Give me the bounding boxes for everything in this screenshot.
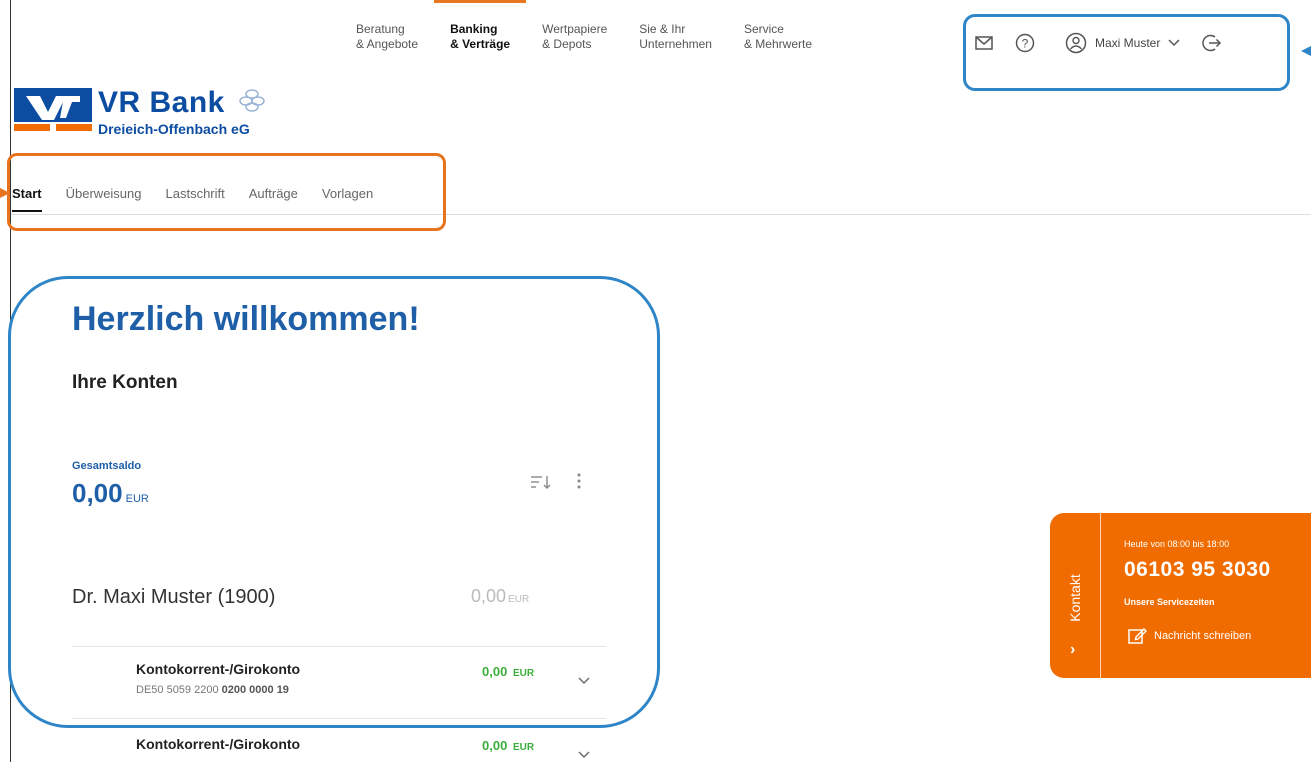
nav-item-label-1: Beratung — [356, 22, 405, 36]
nav-item-label-2: & Verträge — [450, 37, 511, 51]
nav-item-service[interactable]: Service & Mehrwerte — [728, 0, 828, 80]
page: Beratung & Angebote Banking & Verträge W… — [0, 0, 1311, 762]
nav-item-label-2: & Mehrwerte — [743, 37, 812, 51]
nav-item-label-1: Sie & Ihr — [639, 22, 686, 36]
nav-item-label-1: Wertpapiere — [542, 22, 608, 36]
service-phone[interactable]: 06103 95 3030 — [1124, 558, 1271, 582]
nav-item-unternehmen[interactable]: Sie & Ihr Unternehmen — [623, 0, 728, 80]
contact-tab-label: Kontakt — [1067, 574, 1083, 622]
contact-tab[interactable]: Kontakt › — [1050, 513, 1101, 678]
pointer-arrow — [0, 188, 10, 198]
accounts-highlight — [8, 276, 660, 728]
main-navigation: Beratung & Angebote Banking & Verträge W… — [340, 0, 828, 80]
chevron-down-icon[interactable] — [578, 746, 590, 764]
pointer-arrow — [1301, 46, 1311, 56]
toolbar-highlight — [963, 14, 1290, 91]
nav-item-beratung[interactable]: Beratung & Angebote — [340, 0, 434, 80]
nav-item-label-2: & Angebote — [356, 37, 419, 51]
chevron-right-icon: › — [1070, 641, 1076, 658]
nav-item-label-1: Service — [743, 22, 784, 36]
nav-item-wertpapiere[interactable]: Wertpapiere & Depots — [526, 0, 623, 80]
bank-logo[interactable]: VR Bank Dreieich-Offenbach eG — [14, 88, 266, 138]
account-balance-value: 0,00 — [482, 738, 508, 753]
nav-item-label-2: & Depots — [542, 37, 592, 51]
edit-icon — [1128, 627, 1148, 645]
write-message-label: Nachricht schreiben — [1154, 630, 1252, 642]
service-hours: Heute von 08:00 bis 18:00 — [1124, 539, 1230, 549]
nav-item-label-2: Unternehmen — [639, 37, 712, 51]
logo-title: VR Bank — [98, 88, 266, 118]
nav-item-banking[interactable]: Banking & Verträge — [434, 0, 527, 80]
write-message-button[interactable]: Nachricht schreiben — [1128, 627, 1251, 645]
account-balance-currency: EUR — [512, 742, 535, 753]
vr-logo-mark — [14, 88, 92, 132]
service-times-link[interactable]: Unsere Servicezeiten — [1124, 597, 1215, 607]
logo-emblem-icon — [238, 88, 266, 118]
contact-widget: Kontakt › Heute von 08:00 bis 18:00 0610… — [1050, 513, 1311, 678]
logo-title-text: VR Bank — [98, 86, 225, 119]
logo-text: VR Bank Dreieich-Offenbach eG — [98, 88, 266, 138]
nav-item-label-1: Banking — [450, 22, 498, 36]
account-balance: 0,00 EUR — [482, 738, 534, 753]
subnav-highlight — [7, 153, 446, 231]
logo-subtitle: Dreieich-Offenbach eG — [98, 121, 250, 137]
account-name[interactable]: Kontokorrent-/Girokonto — [136, 736, 300, 752]
